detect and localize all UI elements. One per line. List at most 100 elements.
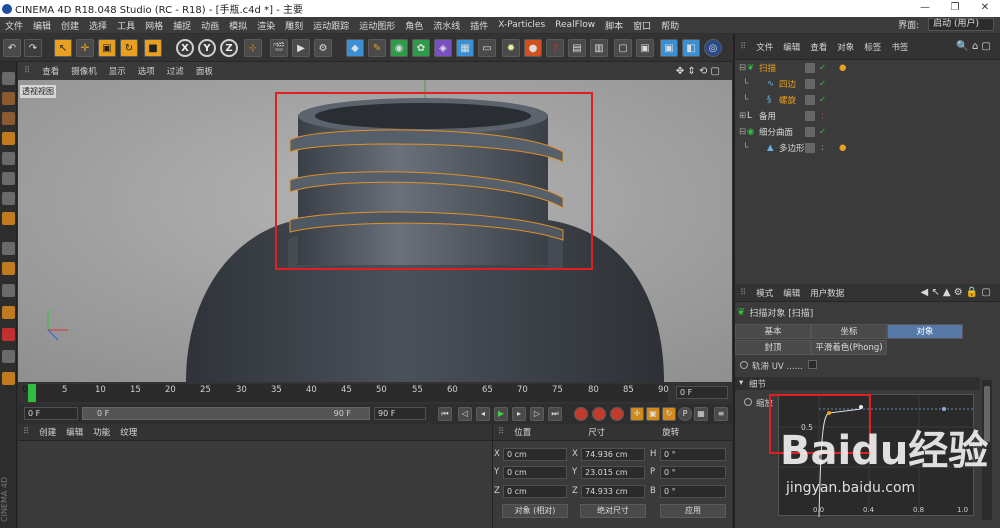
menu-sculpt[interactable]: 雕刻 — [280, 19, 308, 32]
object-menu-edit[interactable]: 编辑 — [778, 41, 805, 53]
close-icon[interactable]: ✕ — [970, 0, 1000, 17]
array-icon[interactable]: ✿ — [412, 39, 430, 57]
viewport-nav-icons[interactable]: ✥ ⇕ ⟲ ▢ — [670, 66, 726, 77]
material-menu-create[interactable]: 创建 — [34, 426, 61, 438]
next-key-icon[interactable]: ▷ — [530, 407, 544, 421]
viewport-menu-panel[interactable]: 面板 — [190, 65, 219, 77]
material-menu-function[interactable]: 功能 — [88, 426, 115, 438]
layer-icon[interactable] — [805, 95, 815, 105]
make-editable-icon[interactable] — [2, 72, 15, 85]
expand-icon[interactable]: ⊟ — [739, 127, 747, 137]
globe-icon[interactable]: ◎ — [704, 39, 722, 57]
key-scale-icon[interactable]: ▣ — [646, 407, 660, 421]
material-menu-texture[interactable]: 纹理 — [115, 426, 142, 438]
recent-tool-icon[interactable]: ■ — [144, 39, 162, 57]
key-pla-icon[interactable]: ▦ — [694, 407, 708, 421]
size-mode-select[interactable]: 绝对尺寸 — [580, 504, 646, 518]
viewport-menu-view[interactable]: 查看 — [36, 65, 65, 77]
object-row[interactable]: ⊟ ◉ 细分曲面 ✓ — [735, 124, 1000, 140]
lock-workplane-icon[interactable] — [2, 306, 15, 319]
light-icon[interactable]: ✹ — [502, 39, 520, 57]
rotate-icon[interactable]: ↻ — [120, 39, 138, 57]
pen-icon[interactable]: ✎ — [368, 39, 386, 57]
layer-icon[interactable] — [805, 143, 815, 153]
menu-render[interactable]: 渲染 — [252, 19, 280, 32]
key-rotation-icon[interactable]: ↻ — [662, 407, 676, 421]
coordinate-system-icon[interactable]: ⊹ — [244, 39, 262, 57]
uv-radio-icon[interactable] — [740, 361, 748, 369]
z-axis-lock-icon[interactable]: Z — [220, 39, 238, 57]
layer-icon[interactable] — [805, 111, 815, 121]
next-frame-icon[interactable]: ▸ — [512, 407, 526, 421]
menu-create[interactable]: 创建 — [56, 19, 84, 32]
attribute-menu-mode[interactable]: 模式 — [751, 287, 778, 299]
frame-range-slider[interactable]: 0 F 90 F — [82, 407, 370, 420]
key-position-icon[interactable]: ✛ — [630, 407, 644, 421]
undo-icon[interactable]: ↶ — [3, 39, 21, 57]
timeline-playhead[interactable] — [28, 384, 36, 402]
python-icon[interactable]: ◧ — [682, 39, 700, 57]
go-to-start-icon[interactable]: ⏮ — [438, 407, 452, 421]
menu-character[interactable]: 角色 — [400, 19, 428, 32]
polygons-mode-icon[interactable] — [2, 212, 15, 225]
layer-icon[interactable] — [805, 63, 815, 73]
attribute-menu-userdata[interactable]: 用户数据 — [805, 287, 849, 299]
material-sphere-icon[interactable]: ● — [524, 39, 542, 57]
size-z-field[interactable]: 74.933 cm — [581, 485, 645, 498]
restore-icon[interactable]: ❐ — [940, 0, 970, 17]
current-frame-field[interactable]: 0 F — [676, 386, 728, 399]
points-mode-icon[interactable] — [2, 172, 15, 185]
render-picture-viewer-icon[interactable]: ▶ — [292, 39, 310, 57]
position-x-field[interactable]: 0 cm — [503, 448, 567, 461]
material-tag-icon[interactable]: ● — [839, 63, 846, 73]
texture-mode-icon[interactable] — [2, 92, 15, 105]
object-search-icon[interactable]: 🔍 ⌂ ▢ — [951, 41, 996, 52]
object-menu-tags[interactable]: 标签 — [859, 41, 886, 53]
key-parameter-icon[interactable]: P — [678, 407, 692, 421]
menu-animate[interactable]: 动画 — [196, 19, 224, 32]
model-mode-icon[interactable] — [2, 132, 15, 145]
visibility-check-icon[interactable]: ✓ — [819, 95, 826, 105]
visibility-check-icon[interactable]: ✓ — [819, 63, 826, 73]
autokey-icon[interactable] — [592, 407, 606, 421]
object-row[interactable]: └ ∿ 四边 ✓ — [735, 76, 1000, 92]
menu-tools[interactable]: 工具 — [112, 19, 140, 32]
visibility-dot-icon[interactable]: : — [821, 143, 824, 153]
magnet-icon[interactable] — [2, 328, 15, 341]
tab-object[interactable]: 对象 — [887, 324, 963, 339]
planar-workplane-icon[interactable] — [2, 350, 15, 363]
menu-file[interactable]: 文件 — [0, 19, 28, 32]
size-y-field[interactable]: 23.015 cm — [581, 466, 645, 479]
tab-phong[interactable]: 平滑着色(Phong) — [811, 340, 887, 355]
attribute-nav-icons[interactable]: ◀ ↖ ▲ ⚙ 🔒 ▢ — [915, 287, 996, 298]
layout-2-icon[interactable]: ▣ — [636, 39, 654, 57]
go-to-end-icon[interactable]: ⏭ — [548, 407, 562, 421]
menu-pipeline[interactable]: 流水线 — [428, 19, 465, 32]
menu-window[interactable]: 窗口 — [628, 19, 656, 32]
edges-mode-icon[interactable] — [2, 192, 15, 205]
material-manager[interactable]: ⠿ 创建 编辑 功能 纹理 — [18, 424, 492, 528]
scale-radio-icon[interactable] — [744, 398, 752, 406]
end-frame-field[interactable]: 90 F — [374, 407, 426, 420]
record-icon[interactable] — [574, 407, 588, 421]
y-axis-lock-icon[interactable]: Y — [198, 39, 216, 57]
start-frame-field[interactable]: 0 F — [24, 407, 78, 420]
subdivision-icon[interactable]: ◉ — [390, 39, 408, 57]
material-menu-edit[interactable]: 编辑 — [61, 426, 88, 438]
snap-icon[interactable] — [2, 284, 15, 297]
position-y-field[interactable]: 0 cm — [503, 466, 567, 479]
live-select-icon[interactable]: ↖ — [54, 39, 72, 57]
menu-plugins[interactable]: 插件 — [465, 19, 493, 32]
detail-section-header[interactable]: ▾ 细节 — [735, 377, 980, 390]
scale-icon[interactable]: ▣ — [98, 39, 116, 57]
attribute-menu-edit[interactable]: 编辑 — [778, 287, 805, 299]
rotation-p-field[interactable]: 0 ° — [660, 466, 726, 479]
object-row[interactable]: ⊟ ❦ 扫描 ✓ ● — [735, 60, 1000, 76]
tab-coordinates[interactable]: 坐标 — [811, 324, 887, 339]
move-icon[interactable]: ✛ — [76, 39, 94, 57]
display-mode-icon[interactable]: ▥ — [590, 39, 608, 57]
rotation-b-field[interactable]: 0 ° — [660, 485, 726, 498]
render-settings-icon[interactable]: ⚙ — [314, 39, 332, 57]
tweak-mode-icon[interactable] — [2, 262, 15, 275]
menu-select[interactable]: 选择 — [84, 19, 112, 32]
